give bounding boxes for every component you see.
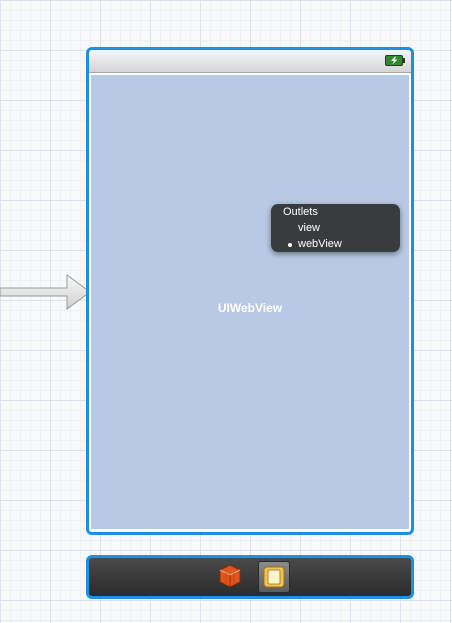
outlets-popup[interactable]: Outlets view webView — [271, 204, 400, 252]
scene-dock — [86, 555, 414, 599]
initial-scene-arrow[interactable] — [0, 272, 92, 312]
outlet-item-view[interactable]: view — [298, 222, 320, 234]
outlet-item-webview-label: webView — [298, 238, 342, 250]
web-view-label: UIWebView — [217, 301, 283, 315]
view-controller-scene[interactable]: UIWebView — [86, 47, 414, 535]
battery-charging-icon — [385, 55, 405, 66]
view-controller-icon[interactable] — [258, 561, 290, 593]
web-view[interactable]: UIWebView — [91, 75, 409, 529]
first-responder-cube-icon[interactable] — [219, 564, 241, 588]
connected-dot-icon — [288, 243, 292, 247]
status-bar — [89, 50, 411, 73]
outlet-item-webview[interactable]: webView — [288, 238, 342, 250]
outlets-title: Outlets — [283, 206, 318, 218]
